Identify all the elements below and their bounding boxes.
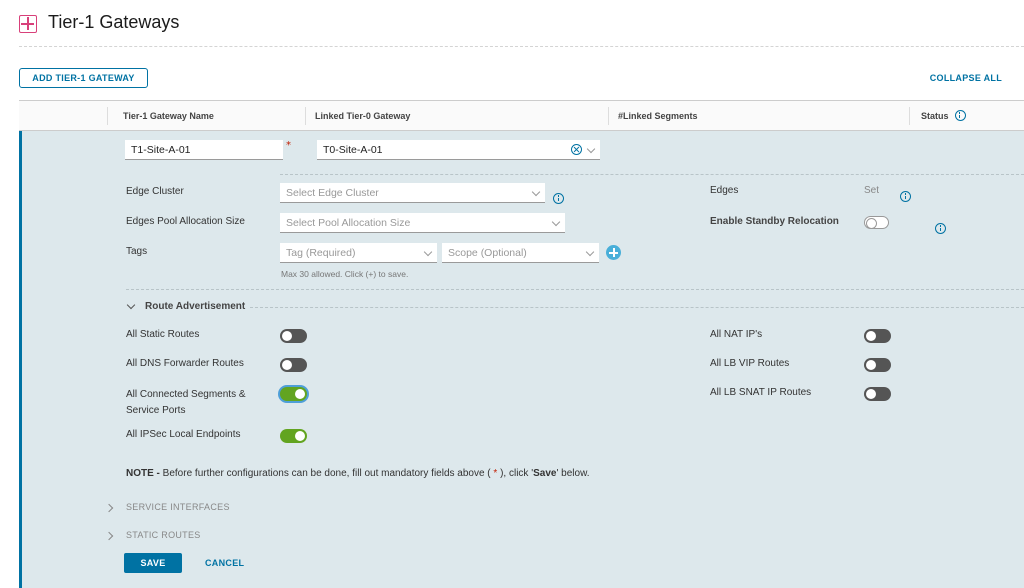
- all-dns-forwarder-routes-toggle[interactable]: [280, 358, 307, 372]
- gateway-name-input[interactable]: T1-Site-A-01: [125, 140, 283, 160]
- edge-cluster-info-icon[interactable]: [553, 193, 564, 204]
- tier1-gateway-icon: [19, 15, 37, 33]
- chevron-down-icon: [423, 247, 433, 257]
- column-header-linked-segments[interactable]: #Linked Segments: [618, 101, 698, 130]
- all-lb-snat-ip-routes-toggle[interactable]: [864, 387, 891, 401]
- column-separator: [909, 107, 910, 125]
- clear-icon[interactable]: [571, 144, 582, 155]
- column-separator: [305, 107, 306, 125]
- note-text: ), click ': [497, 468, 534, 479]
- all-connected-segments-toggle[interactable]: [280, 387, 307, 401]
- pool-allocation-placeholder: Select Pool Allocation Size: [286, 216, 411, 229]
- section-divider: [126, 289, 1024, 290]
- header-divider: [19, 46, 1024, 47]
- save-button[interactable]: SAVE: [124, 553, 182, 573]
- pool-allocation-select[interactable]: Select Pool Allocation Size: [280, 213, 565, 233]
- all-nat-ips-toggle[interactable]: [864, 329, 891, 343]
- note-prefix: NOTE -: [126, 468, 160, 479]
- route-adv-label: All Static Routes: [126, 329, 200, 340]
- note-text: Before further configurations can be don…: [159, 468, 494, 479]
- page-title: Tier-1 Gateways: [48, 12, 180, 32]
- tags-label: Tags: [126, 246, 148, 257]
- collapse-all-button[interactable]: COLLAPSE ALL: [930, 73, 1002, 83]
- scope-input[interactable]: Scope (Optional): [442, 243, 599, 263]
- standby-relocation-toggle[interactable]: [864, 216, 889, 229]
- chevron-down-icon: [586, 144, 596, 154]
- note-save-word: Save: [533, 468, 557, 479]
- column-separator: [608, 107, 609, 125]
- pool-allocation-label: Edges Pool Allocation Size: [126, 216, 245, 227]
- edge-cluster-label: Edge Cluster: [126, 186, 184, 197]
- gateway-name-value: T1-Site-A-01: [131, 143, 191, 156]
- route-adv-label: All Connected Segments & Service Ports: [126, 389, 246, 416]
- status-header-label: Status: [921, 110, 949, 121]
- edges-set-link[interactable]: Set: [864, 185, 879, 196]
- route-adv-label: All LB VIP Routes: [710, 358, 790, 369]
- section-divider: [280, 174, 1024, 175]
- route-adv-label: All IPSec Local Endpoints: [126, 429, 241, 440]
- section-divider: [250, 307, 1024, 308]
- route-adv-label: All LB SNAT IP Routes: [710, 387, 812, 398]
- route-advertisement-title[interactable]: Route Advertisement: [145, 301, 245, 312]
- standby-relocation-label: Enable Standby Relocation: [710, 216, 839, 227]
- edge-cluster-select[interactable]: Select Edge Cluster: [280, 183, 545, 203]
- column-header-name[interactable]: Tier-1 Gateway Name: [123, 101, 214, 130]
- tag-placeholder: Tag (Required): [286, 246, 356, 259]
- required-asterisk: *: [286, 140, 291, 151]
- tag-input[interactable]: Tag (Required): [280, 243, 437, 263]
- route-adv-label: All NAT IP's: [710, 329, 763, 340]
- edge-cluster-placeholder: Select Edge Cluster: [286, 186, 379, 199]
- chevron-down-icon: [551, 217, 561, 227]
- column-header-tier0[interactable]: Linked Tier-0 Gateway: [315, 101, 410, 130]
- all-lb-vip-routes-toggle[interactable]: [864, 358, 891, 372]
- all-ipsec-local-endpoints-toggle[interactable]: [280, 429, 307, 443]
- add-tier1-gateway-button[interactable]: ADD TIER-1 GATEWAY: [19, 68, 148, 88]
- note-text: ' below.: [556, 468, 590, 479]
- column-header-status[interactable]: Status: [921, 101, 966, 130]
- cancel-button[interactable]: CANCEL: [205, 558, 244, 568]
- edges-label: Edges: [710, 185, 739, 196]
- status-info-icon[interactable]: [954, 110, 966, 121]
- tier0-gateway-value: T0-Site-A-01: [323, 143, 383, 156]
- column-separator: [107, 107, 108, 125]
- tags-hint: Max 30 allowed. Click (+) to save.: [281, 269, 409, 279]
- table-header: Tier-1 Gateway Name Linked Tier-0 Gatewa…: [19, 100, 1024, 131]
- route-adv-label: All DNS Forwarder Routes: [126, 358, 244, 369]
- static-routes-section[interactable]: STATIC ROUTES: [126, 530, 201, 540]
- mandatory-fields-note: NOTE - Before further configurations can…: [126, 468, 590, 479]
- all-static-routes-toggle[interactable]: [280, 329, 307, 343]
- service-interfaces-section[interactable]: SERVICE INTERFACES: [126, 502, 230, 512]
- chevron-down-icon: [531, 187, 541, 197]
- add-tag-plus-icon[interactable]: [606, 245, 621, 260]
- scope-placeholder: Scope (Optional): [448, 246, 527, 259]
- chevron-down-icon: [585, 247, 595, 257]
- tier0-gateway-select[interactable]: T0-Site-A-01: [317, 140, 600, 160]
